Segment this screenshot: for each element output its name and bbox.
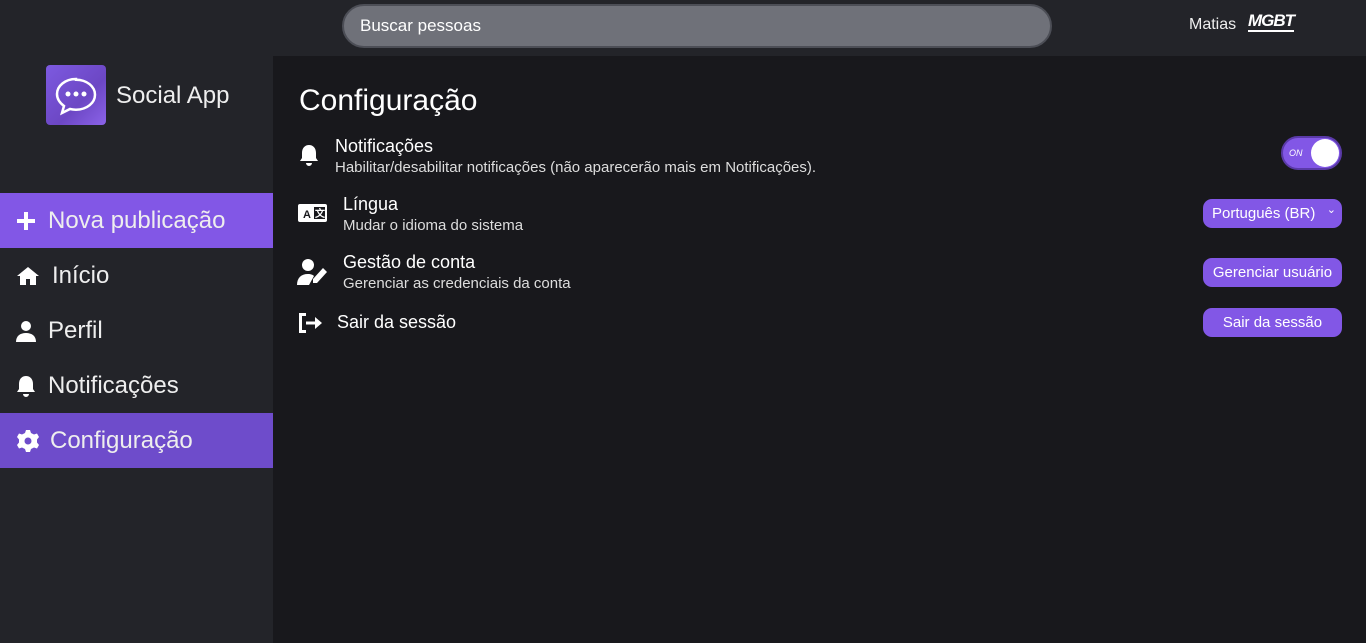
manage-user-button[interactable]: Gerenciar usuário xyxy=(1203,258,1342,287)
nav-label: Notificações xyxy=(48,371,179,399)
home-icon xyxy=(17,266,39,285)
plus-icon xyxy=(17,211,35,230)
nav-label: Configuração xyxy=(50,426,193,454)
svg-text:文: 文 xyxy=(315,207,326,220)
svg-text:A: A xyxy=(303,209,311,221)
bell-icon xyxy=(300,145,318,166)
setting-description: Mudar o idioma do sistema xyxy=(343,217,524,234)
chevron-down-icon: ⌄ xyxy=(1326,204,1336,216)
app-logo-icon xyxy=(46,65,106,125)
sidebar-item-perfil[interactable]: Perfil xyxy=(0,303,273,358)
setting-logout: Sair da sessão Sair da sessão xyxy=(297,308,1342,340)
sidebar-item-configuracao[interactable]: Configuração xyxy=(0,413,273,468)
page-title: Configuração xyxy=(299,84,478,117)
sidebar-item-notificacoes[interactable]: Notificações xyxy=(0,358,273,413)
logout-icon xyxy=(299,313,322,333)
notifications-toggle[interactable]: ON xyxy=(1281,136,1342,170)
setting-title: Notificações xyxy=(335,136,434,156)
user-edit-icon xyxy=(297,259,327,285)
user-icon xyxy=(16,320,36,342)
user-avatar[interactable]: MGBT xyxy=(1248,12,1295,32)
toggle-label: ON xyxy=(1289,148,1303,158)
setting-title: Língua xyxy=(343,194,399,214)
sidebar-item-inicio[interactable]: Início xyxy=(0,248,273,303)
nav-label: Nova publicação xyxy=(48,206,226,234)
user-name[interactable]: Matias xyxy=(1189,16,1236,34)
language-select[interactable]: Português (BR) ⌄ xyxy=(1203,199,1342,228)
setting-description: Habilitar/desabilitar notificações (não … xyxy=(335,159,817,176)
setting-account: Gestão de conta Gerenciar as credenciais… xyxy=(297,252,1342,294)
nav-label: Início xyxy=(52,261,110,289)
sidebar: Social App Nova publicação Início Perfil… xyxy=(0,56,273,643)
app-name: Social App xyxy=(116,82,230,109)
language-selected-value: Português (BR) xyxy=(1212,205,1316,222)
search-input[interactable] xyxy=(342,4,1052,48)
new-post-button[interactable]: Nova publicação xyxy=(0,193,273,248)
logout-button[interactable]: Sair da sessão xyxy=(1203,308,1342,337)
translate-icon: A文 xyxy=(298,204,327,222)
top-bar: Matias MGBT xyxy=(0,0,1366,56)
setting-title: Sair da sessão xyxy=(337,312,457,332)
setting-language: A文 Língua Mudar o idioma do sistema Port… xyxy=(297,194,1342,236)
gear-icon xyxy=(17,429,39,452)
nav-label: Perfil xyxy=(48,316,103,344)
setting-title: Gestão de conta xyxy=(343,252,476,272)
bell-icon xyxy=(17,375,35,397)
setting-notifications: Notificações Habilitar/desabilitar notif… xyxy=(297,136,1342,178)
setting-description: Gerenciar as credenciais da conta xyxy=(343,275,571,292)
toggle-knob xyxy=(1311,139,1339,167)
